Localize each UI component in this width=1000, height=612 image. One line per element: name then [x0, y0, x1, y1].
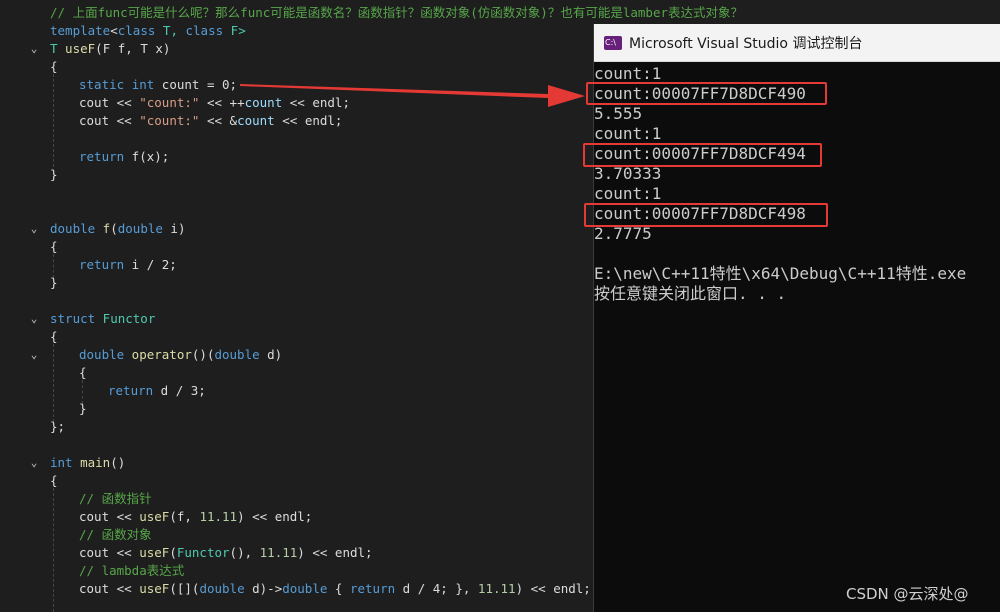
watermark: CSDN @云深处@	[846, 585, 969, 603]
annotation-arrow	[240, 84, 585, 107]
arrow-shape	[240, 84, 585, 107]
